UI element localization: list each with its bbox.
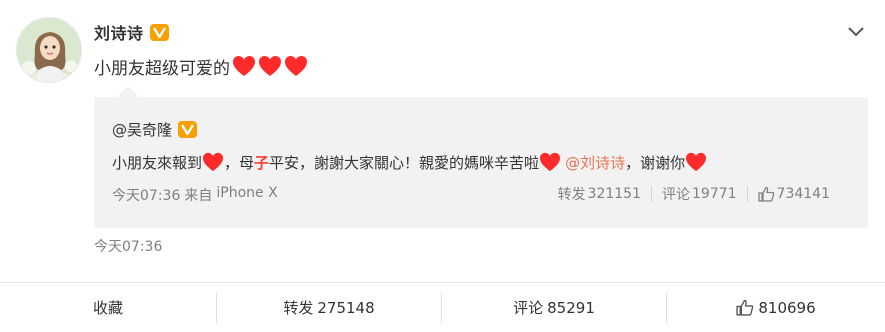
repost-like-count: 734141 — [776, 186, 830, 202]
mention-link[interactable]: @刘诗诗 — [565, 152, 625, 173]
repost-time[interactable]: 今天07:36 — [112, 185, 180, 205]
repost-comment-label: 评论 — [662, 187, 690, 203]
post-author: 刘诗诗 — [94, 20, 169, 44]
chevron-down-icon[interactable] — [846, 24, 866, 40]
repost-forward-button[interactable]: 转发 321151 — [548, 184, 651, 204]
repost-author: @吴奇隆 — [112, 119, 198, 140]
repost-text-highlight: 子 — [254, 153, 270, 172]
repost-meta: 今天07:36 来自 iPhone X — [112, 185, 278, 205]
repost-source[interactable]: iPhone X — [216, 185, 277, 205]
post-text: 小朋友超级可爱的 — [94, 53, 308, 79]
weibo-post-card: 刘诗诗 小朋友超级可爱的 @吴奇隆 小朋友來報到 ，母 子 平安，謝謝大家關心！… — [0, 0, 885, 332]
repost-source-prefix: 来自 — [184, 188, 213, 204]
like-count: 810696 — [758, 298, 816, 317]
heart-emoji-group — [232, 55, 308, 77]
like-button[interactable]: 810696 — [667, 293, 885, 323]
repost-text: 小朋友來報到 ，母 子 平安，謝謝大家關心！親愛的媽咪辛苦啦 @刘诗诗 ，谢谢你 — [112, 149, 707, 175]
repost-text-part4: ，谢谢你 — [625, 153, 686, 172]
repost-comment-count: 19771 — [692, 186, 737, 202]
repost-forward-label: 转发 — [557, 187, 586, 203]
heart-icon — [259, 56, 281, 76]
verified-v-icon — [149, 23, 169, 41]
thumbs-up-icon — [757, 186, 774, 202]
repost-text-part3: 平安，謝謝大家關心！親愛的媽咪辛苦啦 — [269, 153, 540, 172]
heart-icon — [233, 56, 255, 76]
action-bar: 收藏 转发 275148 评论 85291 810696 — [0, 282, 885, 332]
forward-button[interactable]: 转发 275148 — [217, 293, 441, 323]
heart-icon — [285, 56, 307, 76]
comment-count: 85291 — [547, 298, 595, 317]
forward-count: 275148 — [317, 298, 375, 317]
heart-icon — [686, 152, 707, 172]
repost-author-name[interactable]: @吴奇隆 — [112, 119, 172, 140]
post-text-content: 小朋友超级可爱的 — [94, 58, 230, 79]
post-time[interactable]: 今天07:36 — [94, 236, 162, 256]
repost-text-part2: ，母 — [224, 153, 255, 172]
avatar[interactable] — [16, 17, 82, 83]
verified-v-icon — [178, 121, 198, 138]
repost-text-part1: 小朋友來報到 — [112, 153, 203, 172]
heart-icon — [203, 152, 224, 172]
comment-label: 评论 — [513, 299, 544, 317]
repost-like-button[interactable]: 734141 — [748, 186, 840, 202]
repost-box[interactable]: @吴奇隆 小朋友來報到 ，母 子 平安，謝謝大家關心！親愛的媽咪辛苦啦 @刘诗诗… — [94, 97, 868, 228]
author-name[interactable]: 刘诗诗 — [94, 20, 144, 44]
comment-button[interactable]: 评论 85291 — [442, 293, 666, 323]
thumbs-up-icon — [736, 299, 754, 316]
favorite-button[interactable]: 收藏 — [0, 293, 216, 323]
repost-forward-count: 321151 — [587, 186, 641, 202]
favorite-label: 收藏 — [92, 299, 123, 317]
repost-actions: 转发 321151 评论 19771 734141 — [548, 184, 840, 204]
forward-label: 转发 — [283, 299, 314, 317]
heart-icon — [540, 152, 561, 172]
repost-comment-button[interactable]: 评论 19771 — [652, 184, 747, 204]
